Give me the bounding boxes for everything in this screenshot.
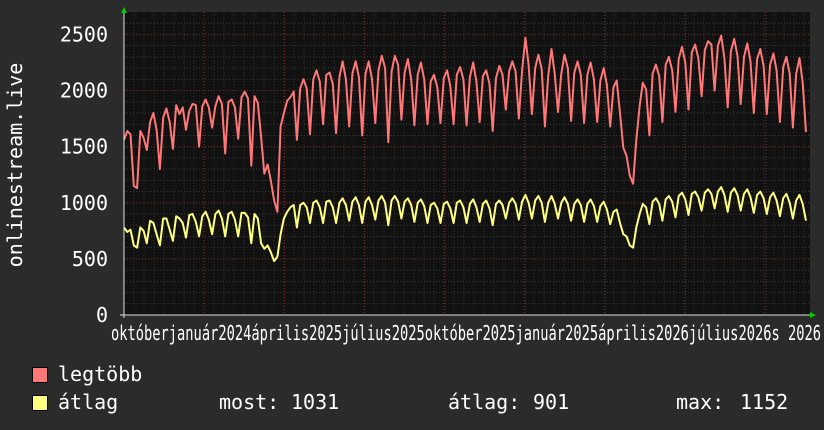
legend-label-atlag: átlag [58, 390, 119, 414]
plot-area [124, 12, 810, 315]
y-tick-label: 2500 [60, 22, 108, 46]
stat-most-label: most: [219, 390, 280, 414]
y-tick-label: 0 [96, 303, 108, 327]
x-tick-labels: októberjanuár2024április2025július2025ok… [111, 321, 821, 345]
x-axis-arrow [810, 312, 816, 318]
stat-max-value: 1152 [740, 390, 789, 414]
stat-most-value: 1031 [291, 390, 340, 414]
y-tick-labels: 0 500 1000 1500 2000 2500 [60, 22, 108, 327]
stat-atlag-value: 901 [533, 390, 570, 414]
x-tick-labels-text: októberjanuár2024április2025július2025ok… [111, 321, 821, 345]
y-tick-label: 1000 [60, 191, 108, 215]
legend-label-legtobb: legtöbb [58, 362, 143, 386]
stat-atlag-label: átlag: [448, 390, 521, 414]
y-axis-arrow [121, 7, 127, 13]
legend-swatch-legtobb [32, 367, 48, 383]
y-axis-label: onlinestream.live [3, 63, 27, 268]
stat-max-label: max: [676, 390, 725, 414]
y-tick-label: 2000 [60, 79, 108, 103]
y-tick-label: 1500 [60, 135, 108, 159]
y-tick-label: 500 [72, 247, 108, 271]
legend-swatch-atlag [32, 395, 48, 411]
